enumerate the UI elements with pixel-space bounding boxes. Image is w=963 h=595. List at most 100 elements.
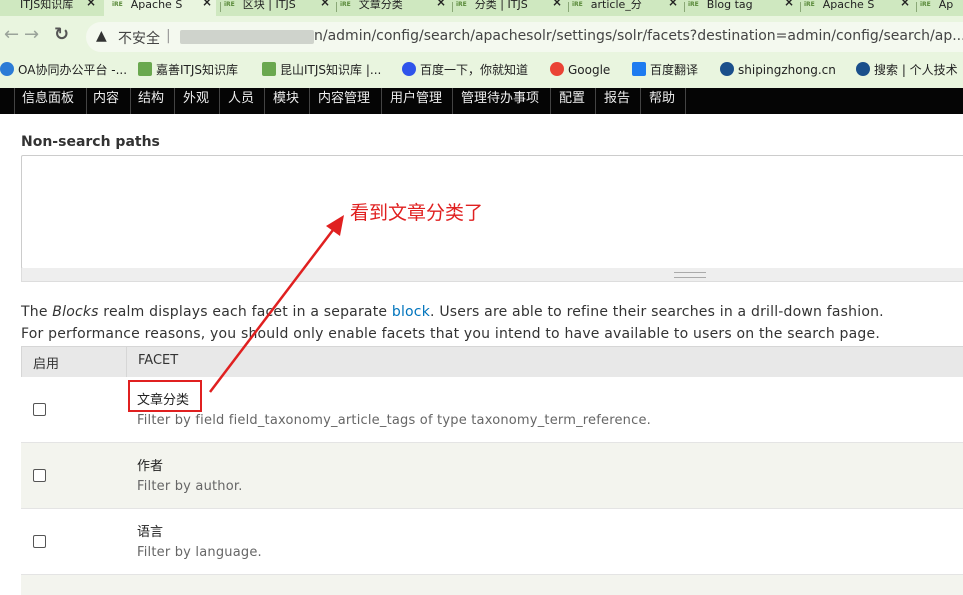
bookmark-item[interactable]: 百度翻译 <box>632 62 698 78</box>
menu-item-people[interactable]: 人员 <box>228 88 254 114</box>
header-facet[interactable]: FACET <box>138 353 178 368</box>
site-favicon-icon <box>138 62 152 76</box>
menu-item-reports[interactable]: 报告 <box>604 88 630 114</box>
menu-item-user-management[interactable]: 用户管理 <box>390 88 442 114</box>
menu-item-config[interactable]: 配置 <box>559 88 585 114</box>
reload-icon[interactable]: ↻ <box>54 25 69 45</box>
menu-item-content[interactable]: 内容 <box>93 88 119 114</box>
menu-item-appearance[interactable]: 外观 <box>183 88 209 114</box>
performance-description: For performance reasons, you should only… <box>21 326 880 342</box>
facet-enable-checkbox[interactable] <box>33 535 46 548</box>
tab-title: article_分 <box>590 0 642 11</box>
close-icon[interactable]: × <box>320 0 330 8</box>
facet-enable-checkbox[interactable] <box>33 403 46 416</box>
menu-item-modules[interactable]: 模块 <box>273 88 299 114</box>
drupal-drop-icon <box>856 62 870 76</box>
tab-title: Apache S <box>822 0 875 11</box>
close-icon[interactable]: × <box>86 0 96 8</box>
header-divider <box>126 347 127 377</box>
site-favicon-icon: iRE <box>688 1 699 8</box>
google-g-icon <box>550 62 564 76</box>
forward-icon[interactable]: → <box>24 25 39 45</box>
close-icon[interactable]: × <box>900 0 910 8</box>
tab-title: Blog tag <box>706 0 753 11</box>
site-favicon-icon: iRE <box>804 1 815 8</box>
tab-divider <box>336 2 337 12</box>
bookmark-label: 搜索 | 个人技术 <box>874 63 958 77</box>
bookmark-item[interactable]: Google <box>550 62 610 78</box>
browser-tab-active[interactable]: iRE Apache S × <box>104 0 216 16</box>
site-favicon-icon: iRE <box>572 1 583 8</box>
browser-tab[interactable]: iRE Apache S × <box>804 0 914 16</box>
non-search-paths-textarea[interactable] <box>21 155 963 269</box>
facet-description: Filter by field field_taxonomy_article_t… <box>137 413 651 428</box>
security-label[interactable]: 不安全 <box>118 28 160 48</box>
browser-tab[interactable]: iRE 区块 | ITJS × <box>224 0 334 16</box>
close-icon[interactable]: × <box>436 0 446 8</box>
menu-divider <box>381 88 382 114</box>
bookmark-item[interactable]: OA协同办公平台 -... <box>0 62 127 78</box>
table-row: 作者 Filter by author. <box>21 443 963 509</box>
close-icon[interactable]: × <box>668 0 678 8</box>
url-text[interactable]: n/admin/config/search/apachesolr/setting… <box>314 28 963 44</box>
menu-divider <box>550 88 551 114</box>
realm-description: The Blocks realm displays each facet in … <box>21 304 884 320</box>
desc-emphasis: Blocks <box>52 304 99 320</box>
non-search-paths-label: Non-search paths <box>21 134 160 150</box>
drupal-drop-icon <box>720 62 734 76</box>
menu-item-structure[interactable]: 结构 <box>138 88 164 114</box>
tab-divider <box>568 2 569 12</box>
url-separator: | <box>166 28 171 44</box>
menu-divider <box>309 88 310 114</box>
browser-tab[interactable]: iRE Ap <box>920 0 963 16</box>
facet-description: Filter by language. <box>137 545 262 560</box>
tab-title: 区块 | ITJS <box>242 0 296 11</box>
bookmark-item[interactable]: 搜索 | 个人技术 <box>856 62 958 78</box>
site-favicon-icon: iRE <box>224 1 235 8</box>
browser-tab[interactable]: iRE article_分 × <box>572 0 682 16</box>
menu-divider <box>219 88 220 114</box>
tab-divider <box>916 2 917 12</box>
address-bar[interactable]: ▲ 不安全 | n/admin/config/search/apachesolr… <box>86 22 963 52</box>
site-favicon-icon: iRE <box>920 1 931 8</box>
textarea-resize-handle[interactable] <box>21 268 963 282</box>
desc-text: realm displays each facet in a separate <box>98 304 392 320</box>
menu-item-todo[interactable]: 管理待办事项 <box>461 88 539 114</box>
tab-title: 文章分类 <box>358 0 403 11</box>
bookmark-item[interactable]: shipingzhong.cn <box>720 62 836 78</box>
close-icon[interactable]: × <box>202 0 212 8</box>
close-icon[interactable]: × <box>552 0 562 8</box>
tab-divider <box>452 2 453 12</box>
browser-tab[interactable]: iRE 文章分类 × <box>340 0 450 16</box>
facet-enable-checkbox[interactable] <box>33 469 46 482</box>
desc-text: . Users are able to refine their searche… <box>430 304 884 320</box>
translate-icon <box>632 62 646 76</box>
menu-item-dashboard[interactable]: 信息面板 <box>22 88 74 114</box>
browser-tab[interactable]: iRE 分类 | ITJS × <box>456 0 566 16</box>
menu-divider <box>640 88 641 114</box>
close-icon[interactable]: × <box>784 0 794 8</box>
bookmark-item[interactable]: 百度一下，你就知道 <box>402 62 528 78</box>
menu-item-help[interactable]: 帮助 <box>649 88 675 114</box>
tab-title: Apache S <box>130 0 183 11</box>
bookmark-label: Google <box>568 63 611 77</box>
facet-name: 作者 <box>137 459 164 474</box>
header-enabled: 启用 <box>33 357 60 372</box>
back-icon[interactable]: ← <box>4 25 19 45</box>
site-favicon-icon: iRE <box>456 1 467 8</box>
warning-icon[interactable]: ▲ <box>96 28 107 44</box>
menu-divider <box>86 88 87 114</box>
browser-tab[interactable]: ITJS知识库 × <box>4 0 100 16</box>
tab-divider <box>684 2 685 12</box>
bookmark-label: 百度一下，你就知道 <box>420 63 529 77</box>
bookmark-item[interactable]: 昆山ITJS知识库 |... <box>262 62 381 78</box>
menu-divider <box>130 88 131 114</box>
oa-logo-icon <box>0 62 14 76</box>
tab-divider <box>220 2 221 12</box>
menu-divider <box>685 88 686 114</box>
bookmark-item[interactable]: 嘉善ITJS知识库 <box>138 62 238 78</box>
block-link[interactable]: block <box>392 304 430 320</box>
menu-item-content-management[interactable]: 内容管理 <box>318 88 370 114</box>
browser-tab[interactable]: iRE Blog tag × <box>688 0 798 16</box>
redacted-host <box>180 30 314 44</box>
